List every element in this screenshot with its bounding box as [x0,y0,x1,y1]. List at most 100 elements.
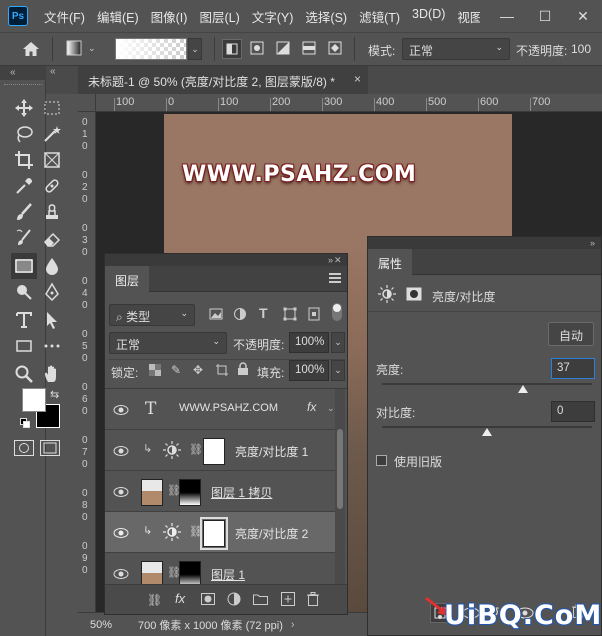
frame-tool-icon[interactable] [42,150,62,170]
brightness-slider[interactable] [382,383,592,393]
fill-field[interactable]: 100% [289,360,329,381]
layer-filter-select[interactable]: ⌕ 类型 ⌄ [109,304,195,326]
default-colors-icon[interactable] [20,418,30,428]
gradient-tool-icon[interactable] [11,253,37,279]
hand-tool-icon[interactable] [42,364,62,384]
new-adjustment-icon[interactable] [227,592,241,606]
rectangle-tool-icon[interactable] [14,336,34,356]
layer-mask-thumbnail[interactable] [179,479,201,506]
link-icon[interactable]: ⛓ [189,525,203,538]
radial-gradient-button[interactable] [248,39,266,57]
screen-mode-icon[interactable] [40,440,60,456]
layer-thumbnail[interactable] [141,479,163,506]
adjustment-filter-icon[interactable] [233,307,247,321]
pixel-filter-icon[interactable] [209,307,223,321]
history-brush-tool-icon[interactable] [14,228,34,248]
layer-row-pixel[interactable]: ⛓ 图层 1 [105,553,345,584]
visibility-eye-icon[interactable] [113,443,129,459]
healing-brush-tool-icon[interactable] [42,176,62,196]
opacity-field[interactable]: 100 [571,42,591,56]
menu-item[interactable]: 文字(Y) [246,7,300,26]
quick-mask-icon[interactable] [14,440,34,456]
fx-badge[interactable]: fx [307,400,316,414]
lock-transparent-icon[interactable] [149,364,161,376]
menu-item[interactable]: 3D(D) [406,7,451,26]
maximize-button[interactable]: ☐ [526,8,564,25]
crop-tool-icon[interactable] [14,150,34,170]
brightness-field[interactable]: 37 [551,358,595,379]
contrast-field[interactable]: 0 [551,401,595,422]
stamp-tool-icon[interactable] [42,202,62,222]
blend-mode-select[interactable]: 正常 ⌄ [109,332,227,354]
ruler-origin[interactable] [78,94,96,112]
path-selection-tool-icon[interactable] [42,310,62,330]
type-tool-icon[interactable] [14,310,34,330]
collapse-panels-icon[interactable]: « [50,66,56,77]
tab-layers[interactable]: 图层 [105,266,150,292]
delete-layer-icon[interactable] [307,592,319,606]
layer-row-text[interactable]: T WWW.PSAHZ.COM fx ⌄ [105,389,345,430]
menu-item[interactable]: 编辑(E) [91,7,145,26]
horizontal-ruler[interactable]: 100 0 100 200 300 400 500 600 700 [96,94,602,112]
layers-scrollbar[interactable] [335,389,345,584]
type-filter-icon[interactable]: T [259,305,268,321]
minimize-button[interactable]: — [488,8,526,24]
close-layers-icon[interactable]: ✕ [334,254,342,266]
layer-mask-thumbnail[interactable] [203,438,225,465]
gradient-picker-dropdown[interactable]: ⌄ [188,38,202,60]
visibility-eye-icon[interactable] [113,566,129,582]
reflected-gradient-button[interactable] [300,39,318,57]
tab-properties[interactable]: 属性 [368,249,413,275]
close-button[interactable]: ✕ [564,8,602,25]
visibility-eye-icon[interactable] [113,525,129,541]
legacy-checkbox[interactable] [376,455,387,466]
new-layer-icon[interactable] [281,592,295,606]
menu-item[interactable]: 图像(I) [145,7,194,26]
zoom-tool-icon[interactable] [14,364,34,384]
swap-colors-icon[interactable]: ⇆ [50,388,59,401]
collapse-toolbar-icon[interactable]: « [0,66,46,80]
contrast-slider[interactable] [382,426,592,436]
layer-row-pixel-copy[interactable]: ⛓ 图层 1 拷贝 [105,471,345,512]
close-document-icon[interactable]: × [354,72,361,86]
link-layers-icon[interactable]: ⛓ [147,593,162,607]
mask-icon[interactable] [406,287,422,301]
more-tools-icon[interactable] [42,336,62,356]
layer-row-adjustment-2[interactable]: ↳ ⛓ 亮度/对比度 2 [105,512,345,553]
new-group-icon[interactable] [253,593,268,605]
chevron-down-icon[interactable]: ⌄ [88,43,96,54]
menu-item[interactable]: 选择(S) [299,7,353,26]
auto-button[interactable]: 自动 [548,322,594,346]
linear-gradient-button[interactable] [222,39,242,59]
shape-filter-icon[interactable] [283,307,297,321]
magic-wand-tool-icon[interactable] [42,124,62,144]
lasso-tool-icon[interactable] [14,124,34,144]
foreground-color-swatch[interactable] [22,388,46,412]
status-menu-arrow[interactable]: › [291,619,295,631]
menu-item[interactable]: 图层(L) [193,7,245,26]
lock-all-icon[interactable] [237,362,249,376]
visibility-eye-icon[interactable] [113,484,129,500]
brightness-slider-thumb[interactable] [517,385,528,393]
collapse-layers-icon[interactable]: » [105,254,347,266]
gradient-tool-icon[interactable] [66,40,82,56]
vertical-ruler[interactable]: 010020030040050060070080090 [78,112,96,612]
menu-item[interactable]: 滤镜(T) [353,7,406,26]
mode-select[interactable]: 正常 ⌄ [402,38,510,60]
chevron-down-icon[interactable]: ⌄ [331,332,345,353]
layer-mask-thumbnail[interactable] [200,517,228,550]
layer-thumbnail[interactable] [141,561,163,584]
panel-menu-icon[interactable] [329,273,341,283]
collapse-properties-icon[interactable]: » [368,237,601,249]
link-icon[interactable]: ⛓ [189,443,203,456]
document-tab[interactable]: 未标题-1 @ 50% (亮度/对比度 2, 图层蒙版/8) * [78,66,368,94]
eyedropper-tool-icon[interactable] [14,176,34,196]
gradient-picker[interactable] [115,38,187,60]
layer-mask-thumbnail[interactable] [179,561,201,584]
home-icon[interactable] [22,41,40,57]
lock-pixels-icon[interactable]: ✎ [171,363,181,377]
lock-position-icon[interactable]: ✥ [193,363,203,377]
pen-tool-icon[interactable] [42,282,62,302]
filter-toggle[interactable] [332,303,342,321]
move-tool-icon[interactable] [14,98,34,118]
